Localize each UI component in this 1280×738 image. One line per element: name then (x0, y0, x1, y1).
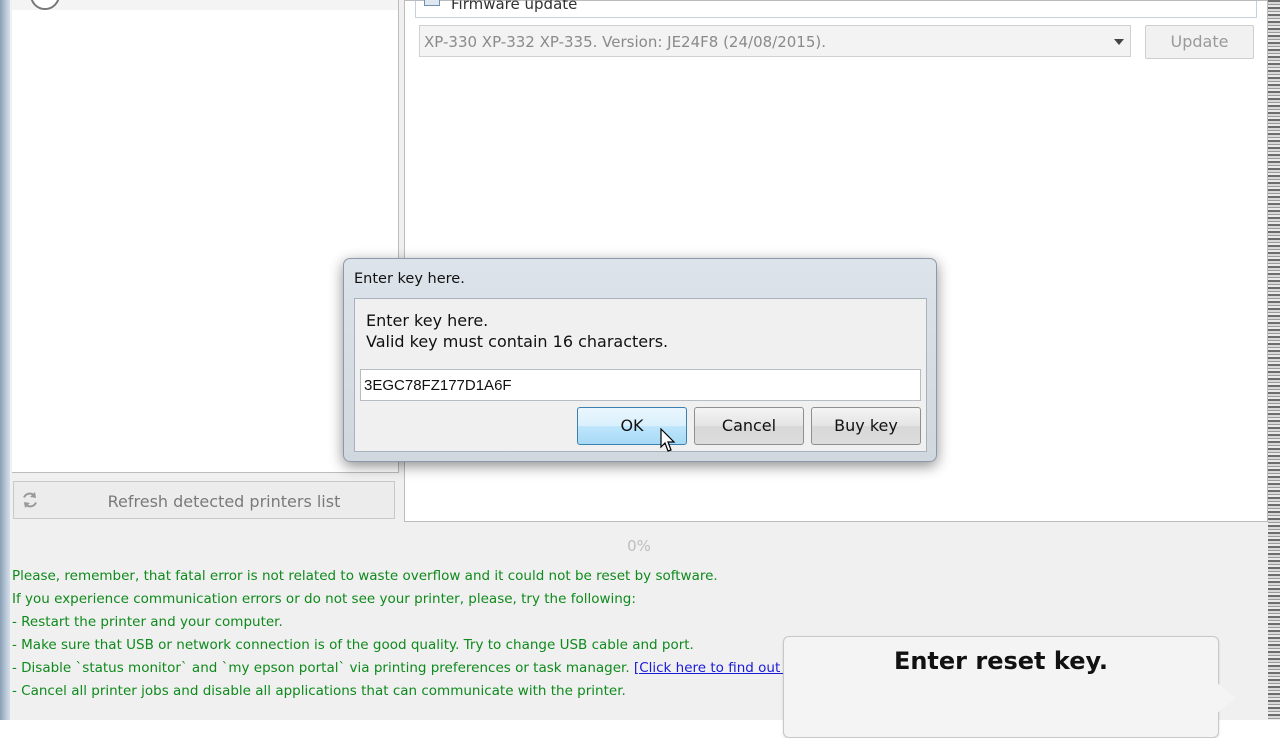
refresh-printers-label: Refresh detected printers list (107, 492, 341, 511)
refresh-icon (23, 492, 37, 508)
log-line-with-link: - Disable `status monitor` and `my epson… (12, 657, 818, 680)
firmware-section-header[interactable]: Firmware update (415, 0, 1257, 18)
log-line: Please, remember, that fatal error is no… (12, 568, 718, 584)
dropdown-arrow-icon (1114, 39, 1124, 45)
progress-bar: 0% (10, 528, 1268, 562)
log-line: If you experience communication errors o… (12, 591, 636, 607)
log-line: - Cancel all printer jobs and disable al… (12, 683, 626, 699)
update-button[interactable]: Update (1145, 25, 1254, 59)
callout-text: Enter reset key. (893, 647, 1109, 675)
mouse-cursor-icon (660, 428, 676, 452)
instruction-callout: Enter reset key. (783, 636, 1219, 738)
log-line: - Make sure that USB or network connecti… (12, 637, 694, 653)
firmware-version-select[interactable]: XP-330 XP-332 XP-335. Version: JE24F8 (2… (419, 25, 1131, 57)
progress-text: 0% (627, 537, 651, 555)
cancel-button[interactable]: Cancel (694, 407, 804, 445)
enter-key-dialog: Enter key here. Enter key here. Valid ke… (343, 258, 937, 462)
firmware-section-label: Firmware update (451, 0, 578, 13)
buy-key-button[interactable]: Buy key (811, 407, 921, 445)
dialog-message-line1: Enter key here. (366, 311, 489, 330)
printer-list-row[interactable] (12, 0, 398, 10)
info-log: Please, remember, that fatal error is no… (12, 565, 818, 703)
reset-key-input[interactable] (360, 369, 921, 401)
collapse-icon[interactable] (424, 0, 440, 6)
window-left-edge (0, 0, 10, 720)
dialog-body: Enter key here. Valid key must contain 1… (354, 298, 927, 452)
window-right-edge (1268, 0, 1280, 720)
refresh-printers-button[interactable]: Refresh detected printers list (13, 481, 395, 519)
callout-pointer (1216, 682, 1236, 714)
printer-list[interactable] (12, 0, 399, 473)
log-line: - Restart the printer and your computer. (12, 614, 283, 630)
log-line-text: - Disable `status monitor` and `my epson… (12, 660, 634, 676)
dialog-title: Enter key here. (354, 271, 465, 287)
firmware-version-value: XP-330 XP-332 XP-335. Version: JE24F8 (2… (424, 33, 827, 51)
dialog-message-line2: Valid key must contain 16 characters. (366, 332, 669, 351)
